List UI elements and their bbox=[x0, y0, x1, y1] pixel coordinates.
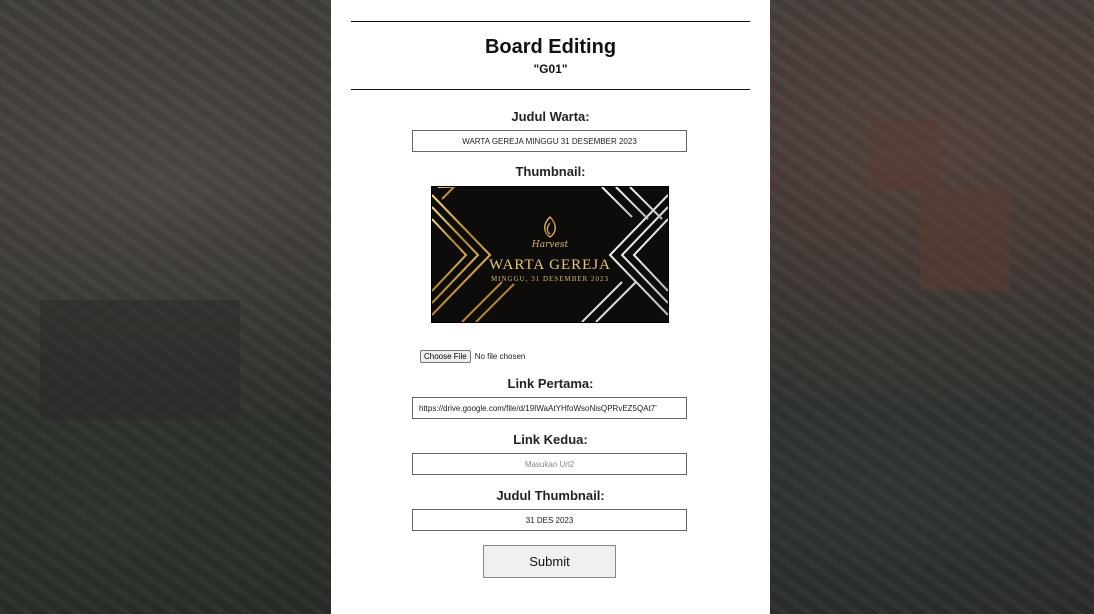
link-pertama-input[interactable] bbox=[412, 397, 687, 419]
link-kedua-input[interactable] bbox=[412, 453, 687, 475]
link-pertama-label: Link Pertama: bbox=[507, 376, 594, 391]
top-divider bbox=[351, 21, 750, 22]
judul-warta-label: Judul Warta: bbox=[511, 109, 590, 124]
background-roof bbox=[920, 190, 1010, 290]
judul-thumbnail-input[interactable] bbox=[412, 509, 687, 531]
background-roof bbox=[40, 300, 240, 420]
board-id: "G01" bbox=[533, 62, 568, 76]
header-divider bbox=[351, 89, 750, 90]
submit-button[interactable]: Submit bbox=[483, 545, 616, 578]
judul-warta-input[interactable] bbox=[412, 130, 687, 152]
choose-file-button[interactable]: Choose File bbox=[420, 350, 471, 363]
link-kedua-label: Link Kedua: bbox=[513, 432, 588, 447]
thumbnail-date: MINGGU, 31 DESEMBER 2023 bbox=[490, 275, 610, 283]
thumbnail-image: Harvest WARTA GEREJA MINGGU, 31 DESEMBER… bbox=[431, 186, 669, 323]
thumbnail-script-text: Harvest bbox=[531, 240, 569, 250]
judul-thumbnail-label: Judul Thumbnail: bbox=[496, 488, 605, 503]
thumbnail-label: Thumbnail: bbox=[515, 164, 586, 179]
background-roof bbox=[870, 120, 940, 190]
edit-panel: Board Editing "G01" Judul Warta: Thumbna… bbox=[331, 0, 770, 614]
page-title: Board Editing bbox=[484, 36, 617, 58]
file-status-text: No file chosen bbox=[474, 352, 526, 361]
thumbnail-headline: WARTA GEREJA bbox=[489, 257, 611, 273]
file-picker: Choose File No file chosen bbox=[420, 350, 525, 363]
